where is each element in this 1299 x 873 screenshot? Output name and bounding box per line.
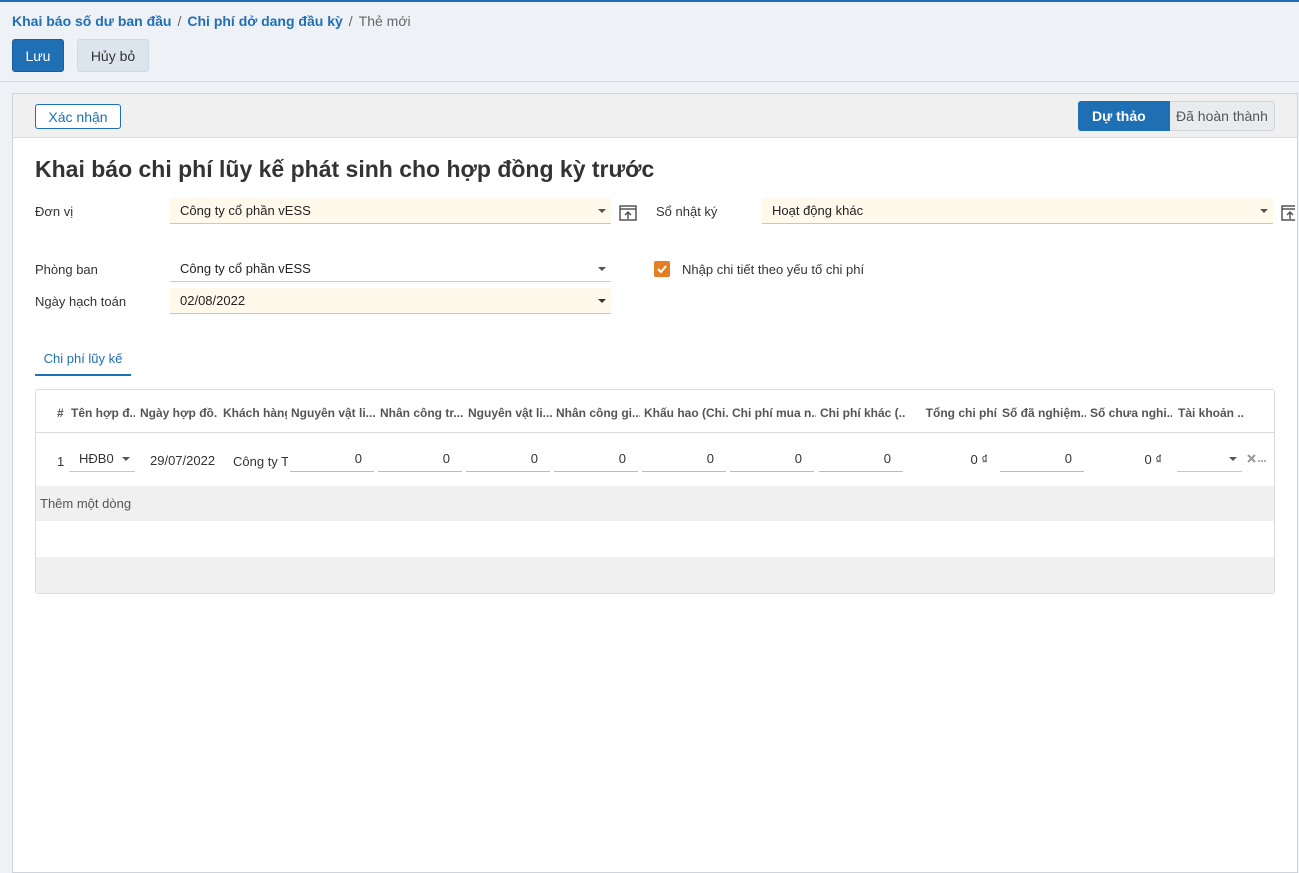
customer: Công ty Th [233, 454, 288, 469]
col-header-nvl-tt[interactable]: Nguyên vật li... [291, 406, 376, 420]
caret-down-icon [1260, 209, 1268, 213]
khac-input[interactable]: 0 [819, 446, 903, 472]
external-link-icon[interactable] [1281, 205, 1295, 221]
col-header-contract-date[interactable]: Ngày hợp đồ... [140, 406, 218, 420]
add-line-row: Thêm một dòng [36, 486, 1274, 521]
nhap-chi-tiet-checkbox[interactable] [654, 261, 670, 277]
empty-row [36, 557, 1274, 593]
check-icon [657, 265, 667, 274]
status-step-done[interactable]: Đã hoàn thành [1156, 101, 1275, 131]
contract-value: HĐB0 [79, 451, 114, 466]
control-panel: Khai báo số dư ban đầu / Chi phí dở dang đ… [0, 2, 1299, 82]
nhap-chi-tiet-label: Nhập chi tiết theo yếu tố chi phí [682, 262, 865, 277]
tong-value: 0 ₫ [970, 452, 988, 467]
col-header-chua-nghiem-thu[interactable]: Số chưa nghi... [1090, 406, 1172, 420]
confirm-button[interactable]: Xác nhận [35, 104, 121, 129]
don-vi-label: Đơn vị [35, 204, 74, 219]
ngay-hach-toan-datepicker[interactable]: 02/08/2022 [170, 288, 611, 314]
empty-row [36, 521, 1274, 557]
contract-select[interactable]: HĐB0 [69, 446, 135, 472]
col-header-customer[interactable]: Khách hàng [223, 406, 287, 420]
breadcrumb-current: Thẻ mới [358, 13, 411, 29]
phong-ban-value: Công ty cổ phần vESS [180, 261, 311, 276]
col-header-tong[interactable]: Tổng chi phí [909, 406, 997, 420]
page-title: Khai báo chi phí lũy kế phát sinh cho hợ… [35, 156, 655, 182]
status-bar: Xác nhận Đã hoàn thành Dự thảo [13, 94, 1297, 138]
discard-button[interactable]: Hủy bỏ [77, 39, 149, 72]
table-row[interactable]: 1 HĐB0 29/07/2022 Công ty Th 0 0 0 0 0 0… [36, 434, 1274, 486]
don-vi-select[interactable]: Công ty cổ phần vESS [170, 198, 611, 224]
nvl-gt-input[interactable]: 0 [466, 446, 550, 472]
ngay-hach-toan-label: Ngày hạch toán [35, 294, 127, 309]
da-nghiem-thu-input[interactable]: 0 [1000, 446, 1084, 472]
khau-hao-input[interactable]: 0 [642, 446, 726, 472]
nc-tt-input[interactable]: 0 [378, 446, 462, 472]
phong-ban-label: Phòng ban [35, 262, 98, 277]
breadcrumb-separator: / [348, 13, 353, 29]
nvl-tt-input[interactable]: 0 [290, 446, 374, 472]
contract-date: 29/07/2022 [150, 453, 216, 468]
col-header-khac[interactable]: Chi phí khác (... [820, 406, 906, 420]
breadcrumb: Khai báo số dư ban đầu / Chi phí dở dang đ… [12, 13, 411, 29]
external-link-icon[interactable] [619, 205, 637, 221]
so-nhat-ky-label: Sổ nhật ký [656, 204, 718, 219]
col-header-index: # [57, 406, 64, 420]
delete-row-icon[interactable] [1247, 454, 1267, 464]
breadcrumb-wip-cost[interactable]: Chi phí dở dang đầu kỳ [187, 13, 342, 29]
add-line-link[interactable]: Thêm một dòng [40, 496, 131, 511]
breadcrumb-separator: / [177, 13, 182, 29]
col-header-da-nghiem-thu[interactable]: Số đã nghiệm... [1002, 406, 1086, 420]
mua-ngoai-input[interactable]: 0 [730, 446, 814, 472]
caret-down-icon [598, 267, 606, 271]
col-header-mua-ngoai[interactable]: Chi phí mua n... [732, 406, 816, 420]
tai-khoan-select[interactable] [1177, 446, 1242, 472]
status-step-arrow [1156, 101, 1169, 131]
status-steps: Đã hoàn thành Dự thảo [1078, 101, 1275, 131]
row-index: 1 [57, 454, 65, 469]
nc-gt-input[interactable]: 0 [554, 446, 638, 472]
phong-ban-select[interactable]: Công ty cổ phần vESS [170, 256, 611, 282]
col-header-nvl-gt[interactable]: Nguyên vật li... [468, 406, 552, 420]
breadcrumb-opening-balance[interactable]: Khai báo số dư ban đầu [12, 13, 171, 29]
col-header-tai-khoan[interactable]: Tài khoản ... [1178, 406, 1244, 420]
cost-table: # Tên hợp đ... Ngày hợp đồ... Khách hàng… [35, 389, 1275, 594]
caret-down-icon [598, 209, 606, 213]
don-vi-value: Công ty cổ phần vESS [180, 203, 311, 218]
tab-chi-phi-luy-ke[interactable]: Chi phí lũy kế [35, 343, 131, 376]
col-header-contract[interactable]: Tên hợp đ... [71, 406, 135, 420]
save-button[interactable]: Lưu [12, 39, 64, 72]
caret-down-icon [598, 299, 606, 303]
col-header-nc-gt[interactable]: Nhân công gi... [556, 406, 640, 420]
col-header-nc-tt[interactable]: Nhân công tr... [380, 406, 464, 420]
ngay-hach-toan-value: 02/08/2022 [180, 293, 246, 308]
so-nhat-ky-select[interactable]: Hoạt động khác [762, 198, 1273, 224]
form-sheet: Xác nhận Đã hoàn thành Dự thảo Khai báo … [12, 93, 1298, 873]
table-header: # Tên hợp đ... Ngày hợp đồ... Khách hàng… [36, 390, 1274, 433]
so-nhat-ky-value: Hoạt động khác [772, 203, 864, 218]
chua-nghiem-thu-value: 0 ₫ [1144, 452, 1162, 467]
caret-down-icon [122, 457, 130, 461]
col-header-khau-hao[interactable]: Khấu hao (Chi... [644, 406, 728, 420]
caret-down-icon [1229, 457, 1237, 461]
